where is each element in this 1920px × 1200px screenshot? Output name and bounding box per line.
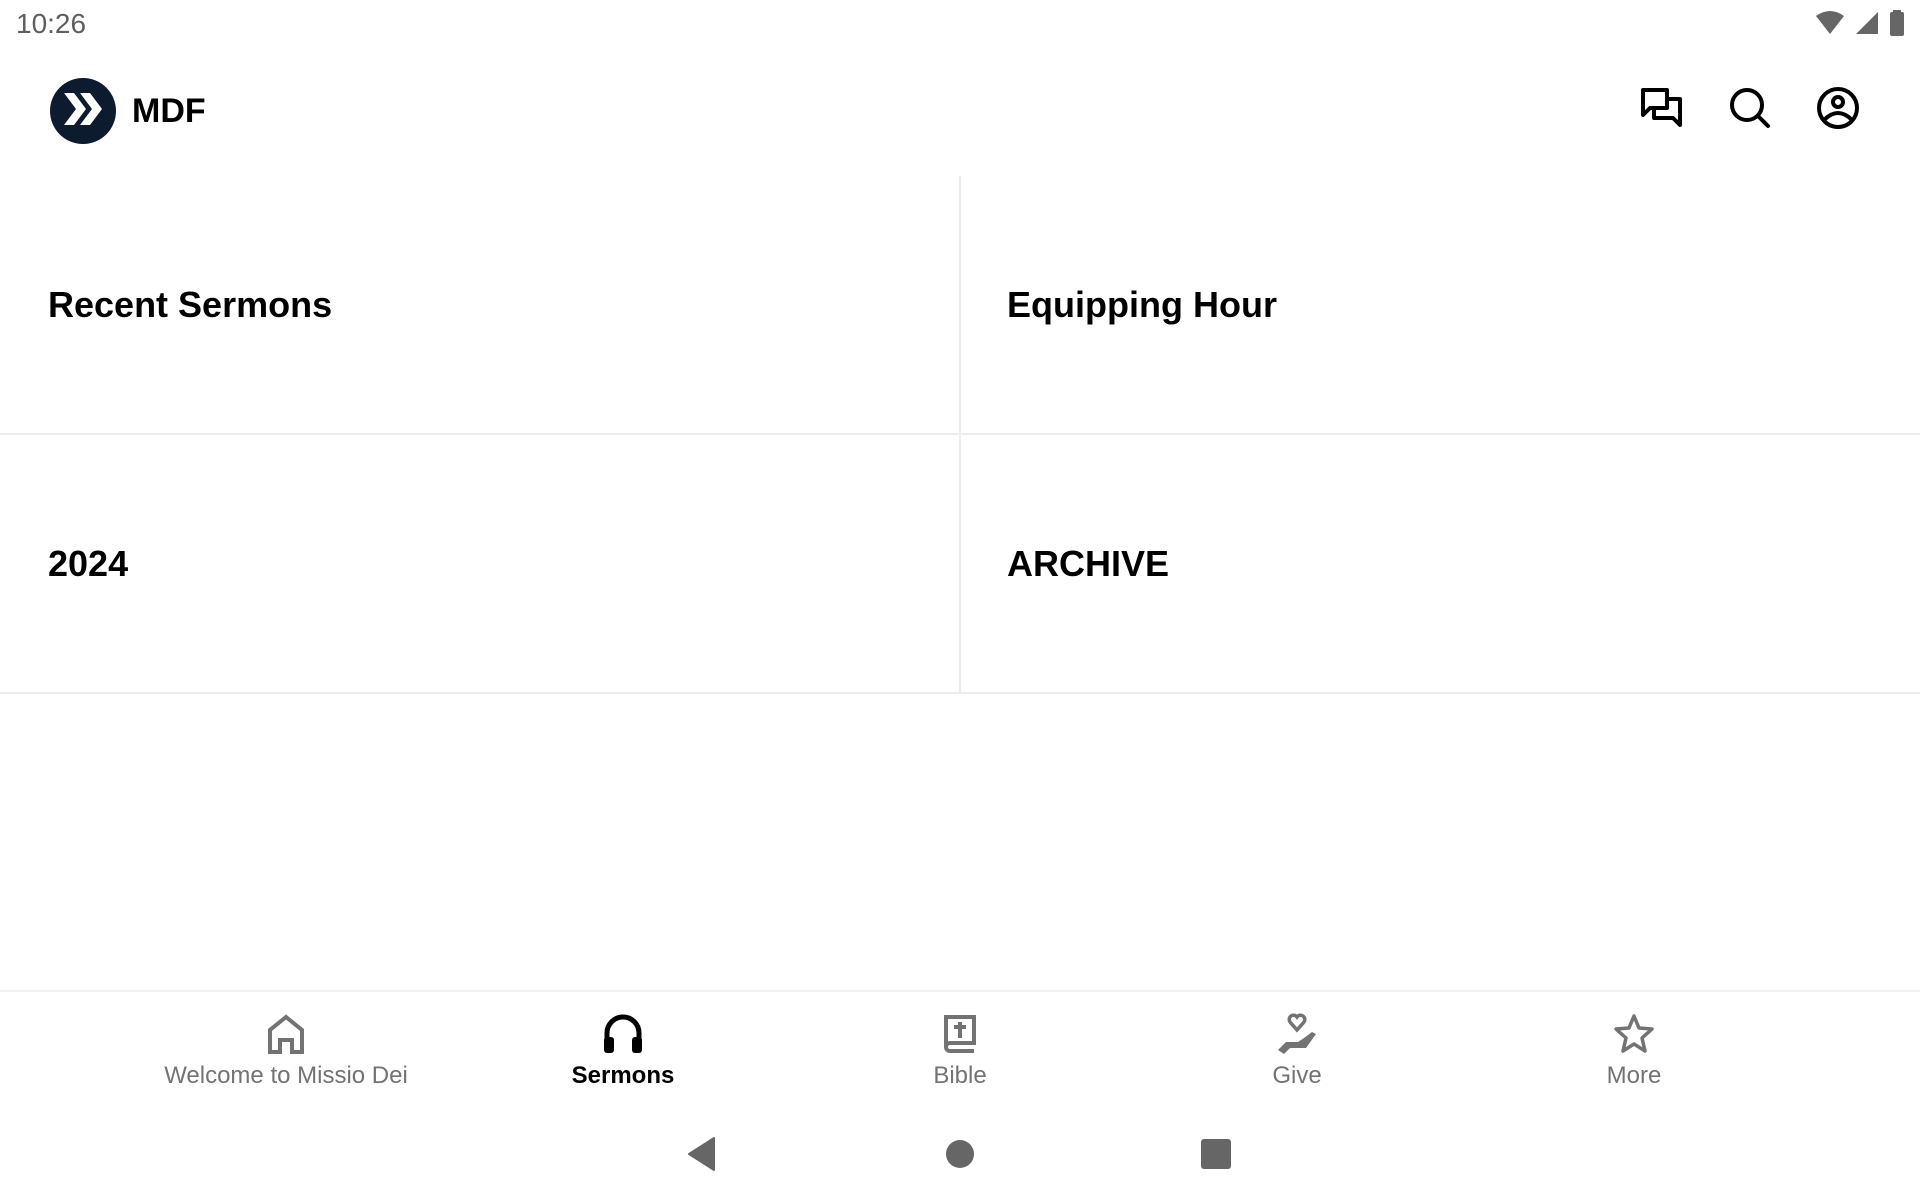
wifi-icon <box>1814 10 1846 43</box>
profile-button[interactable] <box>1816 86 1860 135</box>
nav-item-give[interactable]: Give <box>1129 992 1466 1100</box>
double-chevron-logo-icon <box>60 89 106 134</box>
nav-label: Bible <box>933 1062 987 1089</box>
account-circle-icon <box>1816 86 1860 135</box>
tile-label: Recent Sermons <box>48 283 333 325</box>
app-actions <box>1640 86 1860 135</box>
recents-square-icon <box>1200 1138 1232 1175</box>
star-icon <box>1612 1012 1656 1056</box>
tile-label: 2024 <box>48 542 129 584</box>
battery-icon <box>1888 10 1906 43</box>
bible-icon <box>938 1012 982 1056</box>
status-icons <box>1814 10 1906 43</box>
back-triangle-icon <box>686 1136 718 1177</box>
brand-title: MDF <box>132 92 206 130</box>
system-recents-button[interactable] <box>1194 1134 1238 1178</box>
bottom-nav: Welcome to Missio Dei Sermons Bible Give… <box>0 990 1920 1100</box>
sermon-categories-grid: Recent Sermons Equipping Hour 2024 ARCHI… <box>0 176 1920 694</box>
status-time: 10:26 <box>16 8 87 39</box>
nav-item-welcome[interactable]: Welcome to Missio Dei <box>118 992 455 1100</box>
tile-label: Equipping Hour <box>1007 283 1277 325</box>
nav-label: More <box>1606 1062 1662 1089</box>
tile-equipping-hour[interactable]: Equipping Hour <box>961 176 1920 435</box>
logo[interactable] <box>50 78 116 144</box>
tile-2024[interactable]: 2024 <box>0 435 961 694</box>
nav-label: Give <box>1272 1062 1322 1089</box>
chat-button[interactable] <box>1640 87 1684 134</box>
home-circle-icon <box>944 1138 976 1175</box>
nav-item-bible[interactable]: Bible <box>792 992 1129 1100</box>
give-hand-heart-icon <box>1275 1012 1319 1056</box>
system-back-button[interactable] <box>680 1134 724 1178</box>
tile-archive[interactable]: ARCHIVE <box>961 435 1920 694</box>
app-bar: MDF <box>0 60 1920 164</box>
system-home-button[interactable] <box>938 1134 982 1178</box>
headphones-icon <box>601 1012 645 1056</box>
system-navigation-bar <box>0 1110 1920 1200</box>
nav-label: Welcome to Missio Dei <box>164 1062 408 1089</box>
nav-item-more[interactable]: More <box>1466 992 1803 1100</box>
chat-bubbles-icon <box>1640 87 1684 134</box>
tile-recent-sermons[interactable]: Recent Sermons <box>0 176 961 435</box>
search-icon <box>1728 86 1772 135</box>
nav-label: Sermons <box>571 1062 675 1089</box>
tile-label: ARCHIVE <box>1007 542 1170 584</box>
cellular-signal-icon <box>1854 10 1880 43</box>
search-button[interactable] <box>1728 86 1772 135</box>
home-icon <box>264 1012 308 1056</box>
status-bar: 10:26 <box>0 0 1920 50</box>
nav-item-sermons[interactable]: Sermons <box>455 992 792 1100</box>
